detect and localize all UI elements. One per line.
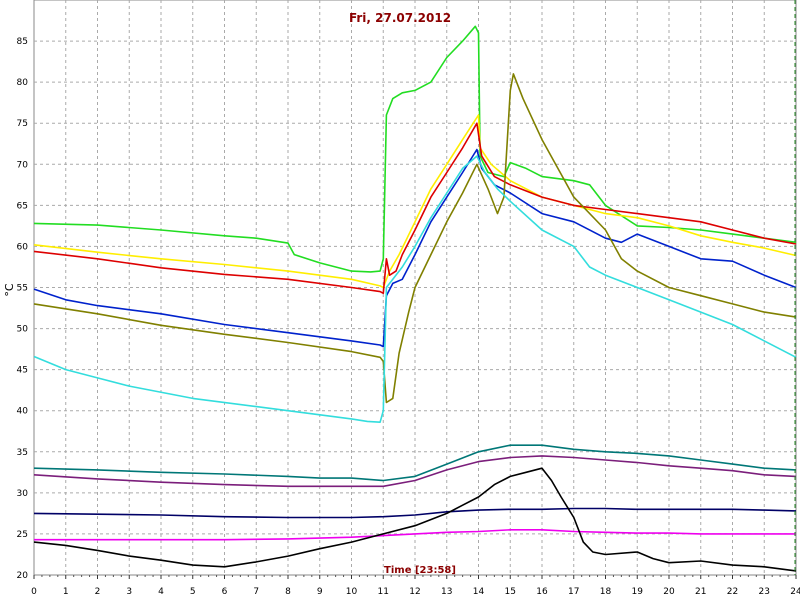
x-tick-label: 23 [759, 587, 770, 597]
x-tick-label: 17 [568, 587, 579, 597]
x-tick-label: 13 [441, 587, 452, 597]
y-axis-label: °C [3, 283, 16, 297]
chart-title: Fri, 27.07.2012 [349, 11, 451, 25]
x-tick-label: 2 [95, 587, 101, 597]
x-tick-label: 20 [663, 587, 675, 597]
x-tick-labels: 0 1 2 3 4 5 6 7 8 9 10 11 12 13 14 15 16 17 18 19 20 21 22 23 24 [31, 575, 800, 597]
x-tick-label: 12 [409, 587, 420, 597]
y-tick-label: 50 [17, 325, 29, 335]
y-tick-label: 25 [17, 530, 28, 540]
x-tick-label: 8 [285, 587, 291, 597]
x-tick-label: 22 [727, 587, 738, 597]
y-tick-label: 65 [17, 201, 28, 211]
y-tick-label: 60 [17, 242, 29, 252]
y-tick-labels: 20 25 30 35 40 45 50 55 60 65 70 75 80 85 [17, 37, 29, 581]
x-tick-label: 11 [378, 587, 389, 597]
x-tick-label: 21 [695, 587, 706, 597]
x-tick-label: 4 [158, 587, 164, 597]
y-tick-label: 80 [17, 78, 29, 88]
y-tick-label: 85 [17, 37, 28, 47]
x-tick-label: 18 [600, 587, 612, 597]
y-tick-label: 55 [17, 284, 28, 294]
x-tick-label: 3 [126, 587, 132, 597]
x-tick-label: 14 [473, 587, 485, 597]
x-tick-label: 5 [190, 587, 196, 597]
x-tick-label: 1 [63, 587, 69, 597]
y-tick-label: 35 [17, 448, 28, 458]
temperature-chart: 2025303540455055606570758085 01234567891… [3, 0, 800, 597]
x-tick-label: 10 [346, 587, 358, 597]
y-tick-label: 30 [17, 489, 29, 499]
x-tick-label: 6 [222, 587, 228, 597]
x-tick-label: 9 [317, 587, 323, 597]
x-tick-label: 15 [505, 587, 516, 597]
x-tick-label: 16 [536, 587, 548, 597]
x-tick-label: 7 [253, 587, 259, 597]
x-axis-label: Time [23:58] [384, 565, 456, 576]
y-tick-label: 45 [17, 366, 28, 376]
y-tick-label: 75 [17, 119, 28, 129]
y-tick-label: 40 [17, 407, 29, 417]
x-tick-label: 0 [31, 587, 37, 597]
x-tick-label: 24 [790, 587, 800, 597]
y-tick-label: 70 [17, 160, 29, 170]
x-tick-label: 19 [632, 587, 644, 597]
y-tick-label: 20 [17, 571, 29, 581]
